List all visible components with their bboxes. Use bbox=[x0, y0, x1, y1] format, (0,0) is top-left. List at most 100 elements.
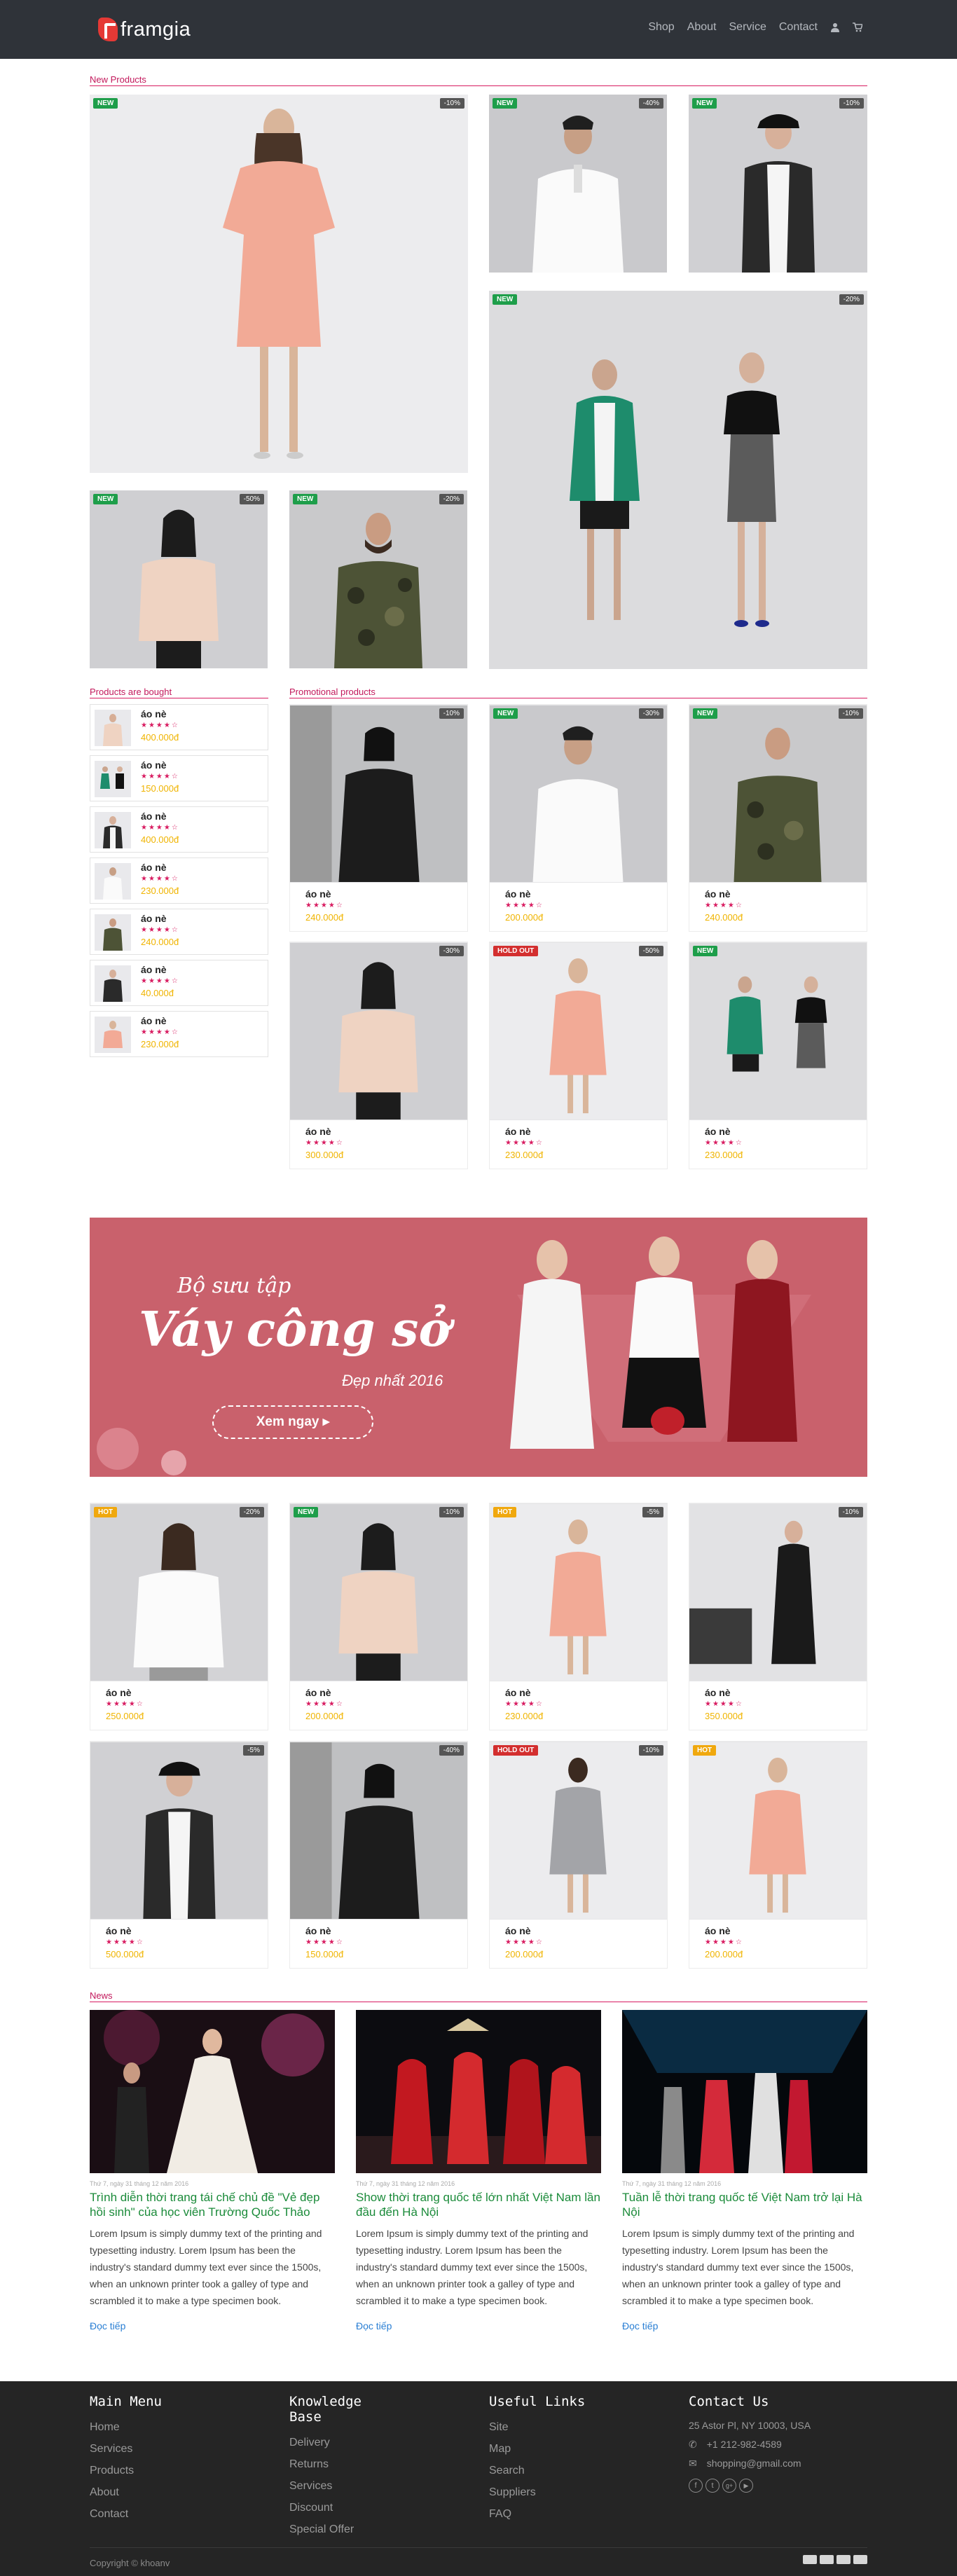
news-title[interactable]: Tuần lễ thời trang quốc tế Việt Nam trở … bbox=[622, 2190, 867, 2219]
grid-product-card[interactable]: HOT -20% áo nè ★★★★☆ 250.000đ bbox=[90, 1503, 268, 1730]
product-name: áo nè bbox=[141, 759, 167, 771]
brand-logo[interactable]: framgia bbox=[98, 17, 191, 42]
news-item: Thứ 7, ngày 31 tháng 12 năm 2016 Trình d… bbox=[90, 2010, 335, 2332]
discount-badge: -10% bbox=[838, 1507, 863, 1517]
google-plus-icon[interactable]: g+ bbox=[722, 2479, 736, 2493]
promo-product-card[interactable]: HOLD OUT -50% áo nè ★★★★☆ 230.000đ bbox=[489, 942, 668, 1169]
footer-link-special-offer[interactable]: Special Offer bbox=[289, 2521, 373, 2538]
new-product-card[interactable]: NEW -10% bbox=[90, 95, 468, 473]
new-product-card[interactable]: NEW -50% bbox=[90, 490, 268, 668]
footer-link-site[interactable]: Site bbox=[489, 2416, 585, 2438]
promo-banner[interactable]: Bộ sưu tập Váy công sở Đẹp nhất 2016 Xem… bbox=[90, 1218, 867, 1477]
nav-shop[interactable]: Shop bbox=[648, 21, 674, 34]
footer-link-contact[interactable]: Contact bbox=[90, 2503, 162, 2525]
product-price: 250.000đ bbox=[106, 1711, 144, 1721]
bought-item[interactable]: áo nè ★★★★☆ 400.000đ bbox=[90, 806, 268, 853]
bought-item[interactable]: áo nè ★★★★☆ 400.000đ bbox=[90, 704, 268, 750]
youtube-icon[interactable]: ▶ bbox=[739, 2479, 753, 2493]
footer-link-services[interactable]: Services bbox=[90, 2438, 162, 2460]
bought-item[interactable]: áo nè ★★★★☆ 230.000đ bbox=[90, 1011, 268, 1057]
product-name: áo nè bbox=[505, 1687, 531, 1698]
product-photo bbox=[489, 95, 667, 273]
read-more-link[interactable]: Đọc tiếp bbox=[622, 2320, 867, 2332]
footer-link-home[interactable]: Home bbox=[90, 2416, 162, 2438]
new-product-card[interactable]: NEW -20% bbox=[489, 291, 867, 669]
read-more-link[interactable]: Đọc tiếp bbox=[90, 2320, 335, 2332]
promo-product-card[interactable]: -30% áo nè ★★★★☆ 300.000đ bbox=[289, 942, 468, 1169]
grid-product-card[interactable]: -10% áo nè ★★★★☆ 350.000đ bbox=[689, 1503, 867, 1730]
product-photo bbox=[90, 95, 468, 473]
cart-icon[interactable] bbox=[853, 22, 862, 32]
news-image[interactable] bbox=[90, 2010, 335, 2173]
product-name: áo nè bbox=[705, 888, 731, 900]
product-photo bbox=[490, 1742, 667, 1920]
new-badge: NEW bbox=[293, 494, 318, 504]
footer-heading: Knowledge Base bbox=[289, 2394, 362, 2425]
footer-link-products[interactable]: Products bbox=[90, 2460, 162, 2481]
grid-product-card[interactable]: HOT áo nè ★★★★☆ 200.000đ bbox=[689, 1741, 867, 1969]
nav-service[interactable]: Service bbox=[729, 21, 766, 34]
promo-product-card[interactable]: NEW -10% áo nè ★★★★☆ 240.000đ bbox=[689, 704, 867, 932]
footer-link-discount[interactable]: Discount bbox=[289, 2497, 373, 2519]
shop-now-button[interactable]: Xem ngay ▸ bbox=[212, 1405, 373, 1439]
grid-product-card[interactable]: HOLD OUT -10% áo nè ★★★★☆ 200.000đ bbox=[489, 1741, 668, 1969]
banner-line-3: Đẹp nhất 2016 bbox=[342, 1372, 443, 1389]
copyright-text: Copyright © khoanv bbox=[90, 2558, 170, 2568]
new-badge: NEW bbox=[692, 98, 717, 109]
grid-product-card[interactable]: NEW -10% áo nè ★★★★☆ 200.000đ bbox=[289, 1503, 468, 1730]
product-photo bbox=[290, 1742, 467, 1920]
footer-link-faq[interactable]: FAQ bbox=[489, 2503, 585, 2525]
bought-item[interactable]: áo nè ★★★★☆ 40.000đ bbox=[90, 960, 268, 1006]
footer-link-search[interactable]: Search bbox=[489, 2460, 585, 2481]
new-badge: NEW bbox=[693, 708, 718, 719]
bought-item[interactable]: áo nè ★★★★☆ 240.000đ bbox=[90, 909, 268, 955]
rating-stars: ★★★★☆ bbox=[141, 926, 179, 934]
new-badge: NEW bbox=[493, 294, 518, 305]
footer-link-delivery[interactable]: Delivery bbox=[289, 2432, 373, 2453]
new-product-card[interactable]: NEW -10% bbox=[689, 95, 867, 273]
rating-stars: ★★★★☆ bbox=[141, 977, 179, 985]
product-price: 150.000đ bbox=[305, 1949, 344, 1959]
footer-link-about[interactable]: About bbox=[90, 2481, 162, 2503]
bought-item[interactable]: áo nè ★★★★☆ 150.000đ bbox=[90, 755, 268, 801]
grid-product-card[interactable]: -5% áo nè ★★★★☆ 500.000đ bbox=[90, 1741, 268, 1969]
discount-badge: -50% bbox=[638, 946, 663, 956]
footer-link-services[interactable]: Services bbox=[289, 2475, 373, 2497]
news-image[interactable] bbox=[356, 2010, 601, 2173]
section-title-news: News bbox=[90, 1990, 867, 2002]
product-name: áo nè bbox=[505, 1925, 531, 1936]
discount-badge: -10% bbox=[439, 98, 464, 109]
read-more-link[interactable]: Đọc tiếp bbox=[356, 2320, 601, 2332]
product-photo bbox=[490, 705, 667, 883]
twitter-icon[interactable]: t bbox=[705, 2479, 720, 2493]
product-name: áo nè bbox=[141, 708, 167, 719]
product-price: 240.000đ bbox=[705, 912, 743, 923]
rating-stars: ★★★★☆ bbox=[505, 902, 544, 909]
rating-stars: ★★★★☆ bbox=[141, 722, 179, 729]
nav-about[interactable]: About bbox=[687, 21, 717, 34]
contact-email[interactable]: shopping@gmail.com bbox=[707, 2454, 801, 2473]
grid-product-card[interactable]: HOT -5% áo nè ★★★★☆ 230.000đ bbox=[489, 1503, 668, 1730]
footer-link-suppliers[interactable]: Suppliers bbox=[489, 2481, 585, 2503]
promo-product-card[interactable]: -10% áo nè ★★★★☆ 240.000đ bbox=[289, 704, 468, 932]
rating-stars: ★★★★☆ bbox=[705, 1700, 743, 1708]
news-image[interactable] bbox=[622, 2010, 867, 2173]
rating-stars: ★★★★☆ bbox=[305, 902, 344, 909]
discount-badge: -5% bbox=[243, 1745, 264, 1756]
user-icon[interactable] bbox=[830, 22, 840, 32]
news-title[interactable]: Show thời trang quốc tế lớn nhất Việt Na… bbox=[356, 2190, 601, 2219]
news-title[interactable]: Trình diễn thời trang tái chế chủ đề "Vẻ… bbox=[90, 2190, 335, 2219]
grid-product-card[interactable]: -40% áo nè ★★★★☆ 150.000đ bbox=[289, 1741, 468, 1969]
banner-line-1: Bộ sưu tập bbox=[177, 1274, 291, 1298]
footer-link-map[interactable]: Map bbox=[489, 2438, 585, 2460]
promo-product-card[interactable]: NEW -30% áo nè ★★★★☆ 200.000đ bbox=[489, 704, 668, 932]
product-name: áo nè bbox=[305, 1925, 331, 1936]
bought-item[interactable]: áo nè ★★★★☆ 230.000đ bbox=[90, 857, 268, 904]
promo-product-card[interactable]: NEW áo nè ★★★★☆ 230.000đ bbox=[689, 942, 867, 1169]
footer-link-returns[interactable]: Returns bbox=[289, 2453, 373, 2475]
new-product-card[interactable]: NEW -40% bbox=[489, 95, 667, 273]
new-badge: NEW bbox=[693, 946, 718, 956]
nav-contact[interactable]: Contact bbox=[779, 21, 818, 34]
facebook-icon[interactable]: f bbox=[689, 2479, 703, 2493]
new-product-card[interactable]: NEW -20% bbox=[289, 490, 467, 668]
